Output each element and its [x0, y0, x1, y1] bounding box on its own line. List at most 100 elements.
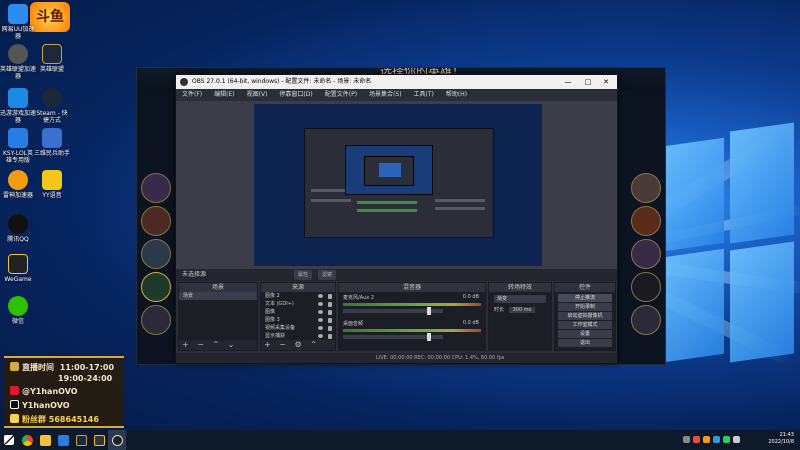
tray-icon[interactable] — [713, 436, 720, 443]
volume-slider[interactable] — [343, 307, 443, 315]
desktop-icon-leishen[interactable]: 雷神加速器 — [0, 170, 36, 199]
desktop-icons: 斗鱼 网易UU加速器 英雄联盟加速器 英雄联盟 迅游游戏加速器 Steam - … — [0, 0, 72, 360]
stop-streaming-button[interactable]: 停止推流 — [558, 294, 612, 302]
visibility-icon[interactable] — [318, 302, 323, 306]
slider-knob[interactable] — [427, 333, 432, 341]
transition-select[interactable]: 渐变 — [494, 295, 546, 303]
desktop-icon-wegame[interactable]: WeGame — [0, 254, 36, 283]
visibility-icon[interactable] — [318, 310, 323, 314]
champion-portrait[interactable] — [141, 272, 171, 302]
qq-icon — [8, 214, 28, 234]
track-name: 桌面音频 — [343, 321, 364, 327]
tray-icon[interactable] — [723, 436, 730, 443]
menu-tools[interactable]: 工具(T) — [414, 89, 434, 101]
source-item[interactable]: 文本 (GDI+) — [261, 300, 335, 308]
tray-icon[interactable] — [733, 436, 740, 443]
schedule-time-1: 11:00-17:00 — [59, 363, 115, 372]
visibility-icon[interactable] — [318, 334, 323, 338]
close-button[interactable]: ✕ — [597, 75, 615, 89]
menu-profile[interactable]: 配置文件(P) — [325, 89, 357, 101]
visibility-icon[interactable] — [318, 326, 323, 330]
volume-slider[interactable] — [343, 333, 443, 341]
taskbar-obs[interactable] — [108, 430, 126, 450]
taskbar-explorer[interactable] — [36, 430, 54, 450]
source-toolbar: 未选择源 属性 滤镜 — [176, 269, 617, 281]
desktop-icon-sanwei[interactable]: 三维民兵助手 — [34, 128, 70, 157]
visibility-icon[interactable] — [318, 318, 323, 322]
taskbar-clock[interactable]: 21:43 2022/10/8 — [768, 432, 794, 446]
fans-number: 568645146 — [48, 415, 99, 424]
obs-preview-canvas[interactable] — [254, 104, 542, 266]
desktop-icon-yy[interactable]: YY语音 — [34, 170, 70, 199]
mixer-dock: 混音器 麦克风/Aux 2 0.0 dB 桌面音频 0.0 dB — [338, 282, 486, 351]
source-item[interactable]: 图像 2 — [261, 292, 335, 300]
menu-docks[interactable]: 停靠窗口(D) — [279, 89, 312, 101]
stream-info-overlay: 直播时间 11:00-17:00 19:00-24:00 @Y1hanOVO Y… — [4, 356, 124, 428]
menu-scene-collection[interactable]: 场景集合(S) — [369, 89, 402, 101]
desktop-icon-xunyou[interactable]: 迅游游戏加速器 — [0, 88, 36, 124]
maximize-button[interactable]: □ — [579, 75, 597, 89]
taskbar-wegame[interactable] — [90, 430, 108, 450]
source-item[interactable]: 显示捕获 — [261, 332, 335, 340]
controls-dock: 控件 停止推流 开始录制 启动虚拟摄像机 工作室模式 设置 退出 — [554, 282, 616, 351]
lock-icon[interactable] — [328, 326, 332, 331]
champion-portrait — [631, 305, 661, 335]
slider-knob[interactable] — [427, 307, 432, 315]
filters-button[interactable]: 滤镜 — [318, 270, 337, 280]
taskbar-chrome[interactable] — [18, 430, 36, 450]
scene-item[interactable]: 场景 — [179, 292, 257, 300]
champion-portrait[interactable] — [141, 239, 171, 269]
lock-icon[interactable] — [328, 310, 332, 315]
champion-portrait[interactable] — [141, 206, 171, 236]
properties-button[interactable]: 属性 — [294, 270, 313, 280]
sources-dock-controls[interactable]: + − ⚙ ⌃ ⌄ — [261, 340, 335, 359]
exit-button[interactable]: 退出 — [558, 339, 612, 347]
desktop-icon-wechat[interactable]: 微信 — [0, 296, 36, 325]
desktop-icon-lol[interactable]: 英雄联盟 — [34, 44, 70, 73]
studio-mode-button[interactable]: 工作室模式 — [558, 321, 612, 329]
duration-label: 时长 — [494, 307, 505, 313]
mixer-track-mic: 麦克风/Aux 2 0.0 dB — [339, 292, 485, 318]
champion-portrait[interactable] — [141, 173, 171, 203]
start-button[interactable] — [0, 430, 18, 450]
virtual-camera-button[interactable]: 启动虚拟摄像机 — [558, 312, 612, 320]
tray-icon[interactable] — [683, 436, 690, 443]
desktop-icon-steam[interactable]: Steam - 快捷方式 — [34, 88, 70, 124]
desktop-icon-lol-accelerator[interactable]: 英雄联盟加速器 — [0, 44, 36, 80]
mixer-track-desktop: 桌面音频 0.0 dB — [339, 318, 485, 344]
schedule-title: 直播时间 — [22, 363, 54, 372]
desktop-icon-ksy[interactable]: KSY-LOL英雄专用版 — [0, 128, 36, 164]
source-item[interactable]: 图像 — [261, 308, 335, 316]
source-item[interactable]: 视频采集设备 — [261, 324, 335, 332]
lock-icon[interactable] — [328, 334, 332, 339]
transitions-dock: 转场特效 渐变 时长 300 ms — [488, 282, 552, 351]
mixer-dock-title: 混音器 — [339, 283, 485, 292]
lock-icon[interactable] — [328, 294, 332, 299]
menu-help[interactable]: 帮助(H) — [446, 89, 467, 101]
champion-portrait — [631, 272, 661, 302]
menu-view[interactable]: 视图(V) — [247, 89, 268, 101]
minimize-button[interactable]: — — [559, 75, 577, 89]
transitions-dock-title: 转场特效 — [489, 283, 551, 292]
desktop-icon-uu[interactable]: 网易UU加速器 — [0, 4, 36, 40]
source-item[interactable]: 图像 3 — [261, 316, 335, 324]
menu-edit[interactable]: 编辑(E) — [214, 89, 234, 101]
visibility-icon[interactable] — [318, 294, 323, 298]
tray-icon[interactable] — [693, 436, 700, 443]
settings-button[interactable]: 设置 — [558, 330, 612, 338]
nested-obs-preview — [304, 128, 494, 238]
accelerator-icon — [8, 44, 28, 64]
lock-icon[interactable] — [328, 318, 332, 323]
tray-icon[interactable] — [703, 436, 710, 443]
windows-start-icon — [4, 435, 14, 445]
taskbar-lol[interactable] — [72, 430, 90, 450]
scenes-dock-controls[interactable]: + − ⌃ ⌄ — [179, 340, 257, 350]
duration-input[interactable]: 300 ms — [508, 307, 536, 313]
menu-file[interactable]: 文件(F) — [182, 89, 202, 101]
desktop-icon-qq[interactable]: 腾讯QQ — [0, 214, 36, 243]
taskbar-app[interactable] — [54, 430, 72, 450]
champion-portrait[interactable] — [141, 305, 171, 335]
track-db: 0.0 dB — [462, 294, 479, 300]
start-recording-button[interactable]: 开始录制 — [558, 303, 612, 311]
lock-icon[interactable] — [328, 302, 332, 307]
